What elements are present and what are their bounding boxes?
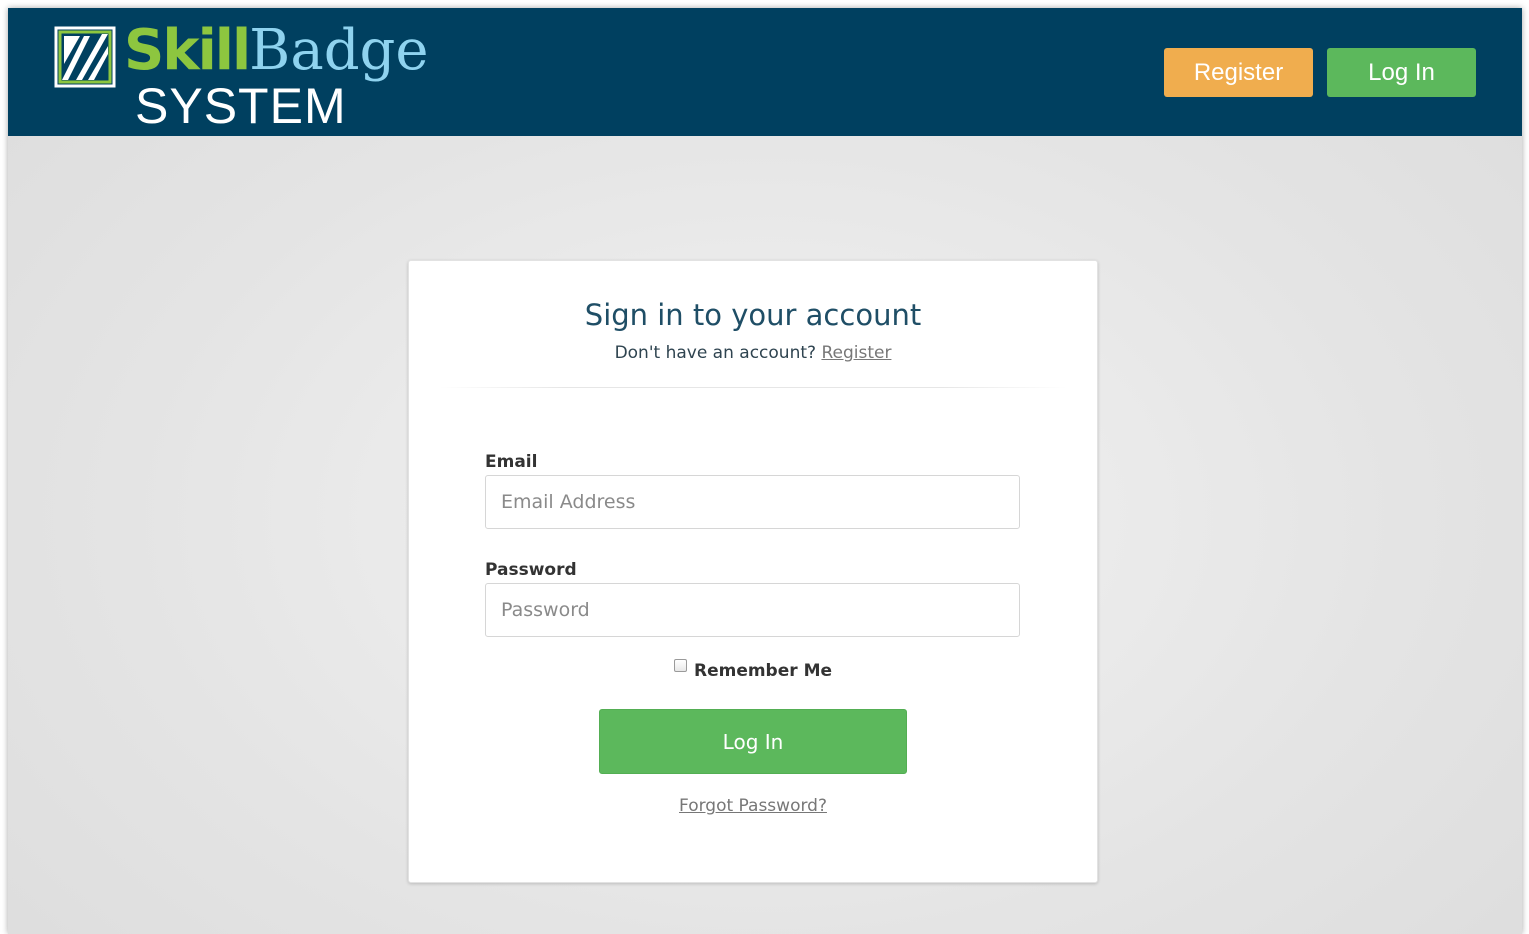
- browser-frame: SkillBadge SYSTEM Register Log In Sign i…: [8, 8, 1522, 934]
- email-label: Email: [485, 452, 538, 472]
- logo-skill-text: Skill: [124, 18, 251, 83]
- logo-badge-text: Badge: [249, 18, 429, 83]
- password-field[interactable]: [485, 583, 1020, 637]
- site-logo[interactable]: SkillBadge SYSTEM: [54, 18, 454, 134]
- remember-me-label[interactable]: Remember Me: [694, 661, 832, 681]
- signin-card: Sign in to your account Don't have an ac…: [408, 260, 1098, 883]
- remember-me-checkbox[interactable]: [673, 659, 687, 672]
- badge-logo-icon: [54, 26, 116, 88]
- signup-prompt: Don't have an account? Register: [409, 341, 1097, 365]
- remember-me: Remember Me: [409, 659, 1097, 683]
- page-title: Sign in to your account: [584, 298, 922, 332]
- register-link[interactable]: Register: [821, 343, 891, 363]
- forgot-password: Forgot Password?: [409, 794, 1097, 818]
- header-register-button[interactable]: Register: [1164, 48, 1313, 97]
- divider: [439, 387, 1067, 388]
- header-login-button[interactable]: Log In: [1327, 48, 1476, 97]
- forgot-password-link[interactable]: Forgot Password?: [679, 796, 827, 816]
- site-header: SkillBadge SYSTEM Register Log In: [8, 8, 1522, 136]
- login-button[interactable]: Log In: [599, 709, 907, 774]
- logo-system-text: SYSTEM: [135, 78, 347, 134]
- logo-wordmark: SkillBadge: [124, 16, 429, 86]
- signup-prompt-text: Don't have an account?: [614, 343, 817, 363]
- password-label: Password: [485, 560, 577, 580]
- email-field[interactable]: [485, 475, 1020, 529]
